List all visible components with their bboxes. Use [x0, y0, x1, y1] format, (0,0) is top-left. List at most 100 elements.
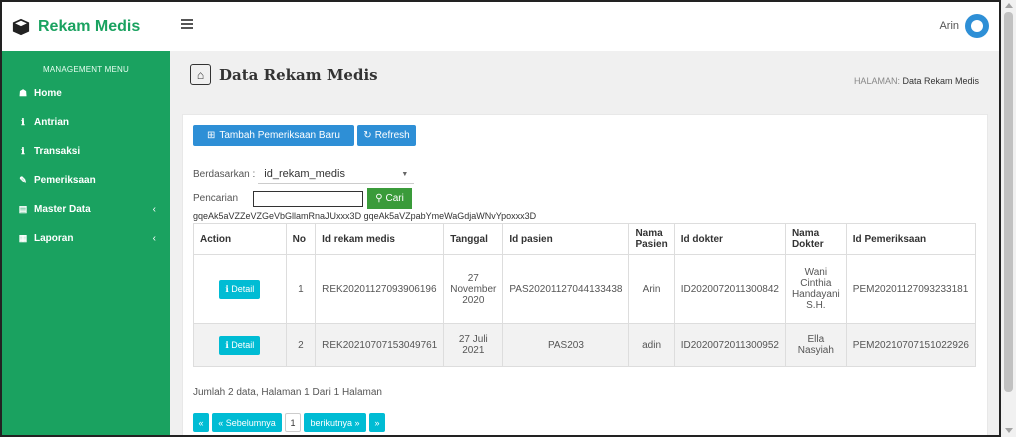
- brand-name: Rekam Medis: [38, 17, 141, 35]
- col-action: Action: [193, 223, 287, 255]
- cell-no: 2: [285, 323, 317, 367]
- plus-square-icon: ⊞: [206, 130, 216, 141]
- sidebar-item-antrian[interactable]: ℹ Antrian: [2, 108, 170, 137]
- page-scrollbar[interactable]: [1001, 0, 1016, 437]
- search-input[interactable]: [253, 190, 364, 207]
- cell-id-pemeriksaan: PEM20201127093233181: [845, 254, 977, 324]
- filter-by-value: id_rekam_medis: [264, 168, 345, 180]
- sidebar-item-master-data[interactable]: ▤ Master Data ‹: [2, 195, 170, 224]
- sidebar-item-label: Home: [34, 88, 62, 99]
- records-table: Action No Id rekam medis Tanggal Id pasi…: [193, 223, 977, 367]
- refresh-icon: ↻: [363, 130, 372, 141]
- search-row: Pencarian ⚲ Cari: [193, 188, 413, 209]
- page-title: Data Rekam Medis: [219, 65, 378, 84]
- filter-by-select[interactable]: id_rekam_medis ▼: [258, 165, 415, 184]
- cube-icon: [12, 18, 30, 35]
- cell-id-dokter: ID2020072011300842: [673, 254, 786, 324]
- cell-no: 1: [285, 254, 317, 324]
- first-page-button[interactable]: «: [193, 413, 209, 432]
- cell-id-pasien: PAS203: [502, 323, 630, 367]
- cell-tanggal: 27 November 2020: [443, 254, 504, 324]
- col-nama-pasien: Nama Pasien: [628, 223, 675, 255]
- page-header: ⌂ Data Rekam Medis: [190, 64, 378, 85]
- info-icon: ℹ: [21, 146, 25, 156]
- scrollbar-thumb[interactable]: [1004, 12, 1013, 392]
- main-content: ⌂ Data Rekam Medis HALAMAN: Data Rekam M…: [170, 51, 999, 435]
- avatar[interactable]: [965, 14, 989, 38]
- page-number-button[interactable]: 1: [285, 413, 301, 432]
- calendar-icon: ▦: [18, 233, 28, 243]
- refresh-button[interactable]: ↻ Refresh: [357, 125, 416, 146]
- sidebar-item-label: Antrian: [34, 117, 69, 128]
- table-header-row: Action No Id rekam medis Tanggal Id pasi…: [193, 223, 977, 255]
- cell-id-pemeriksaan: PEM20210707151022926: [845, 323, 977, 367]
- content-panel: ⊞ Tambah Pemeriksaan Baru ↻ Refresh Berd…: [182, 114, 988, 435]
- search-label: Pencarian: [193, 193, 239, 204]
- pagination: « « Sebelumnya 1 berikutnya » »: [193, 413, 388, 432]
- sidebar-item-home[interactable]: ☗ Home: [2, 79, 170, 108]
- breadcrumb-label: HALAMAN:: [853, 76, 900, 86]
- menu-toggle-icon[interactable]: [181, 19, 193, 29]
- cell-id-pasien: PAS20201127044133438: [502, 254, 630, 324]
- sidebar-item-transaksi[interactable]: ℹ Transaksi: [2, 137, 170, 166]
- scroll-down-icon[interactable]: [1005, 428, 1013, 433]
- filter-by-row: Berdasarkan : id_rekam_medis ▼: [193, 165, 415, 184]
- search-button[interactable]: ⚲ Cari: [367, 188, 413, 209]
- previous-page-button[interactable]: « Sebelumnya: [212, 413, 282, 432]
- app-frame: Rekam Medis Arin MANAGEMENT MENU ☗ Home …: [0, 0, 1001, 437]
- add-examination-button[interactable]: ⊞ Tambah Pemeriksaan Baru: [193, 125, 354, 146]
- chevron-down-icon: ▼: [401, 170, 409, 178]
- cell-tanggal: 27 Juli 2021: [443, 323, 504, 367]
- user-name: Arin: [939, 20, 959, 32]
- sidebar-header: MANAGEMENT MENU: [43, 65, 129, 74]
- cell-id-rekam-medis: REK20201127093906196: [315, 254, 445, 324]
- info-icon: ℹ: [21, 117, 25, 127]
- detail-button[interactable]: ℹ Detail: [219, 335, 261, 355]
- cell-nama-dokter: Ella Nasyiah: [784, 323, 847, 367]
- cell-nama-dokter: Wani Cinthia Handayani S.H.: [784, 254, 847, 324]
- detail-button[interactable]: ℹ Detail: [219, 279, 261, 299]
- col-tanggal: Tanggal: [443, 223, 504, 255]
- cell-action: ℹ Detail: [193, 254, 287, 324]
- table-row: ℹ Detail 1 REK20201127093906196 27 Novem…: [193, 254, 977, 324]
- table-summary: Jumlah 2 data, Halaman 1 Dari 1 Halaman: [193, 387, 382, 398]
- breadcrumb: HALAMAN: Data Rekam Medis: [854, 76, 979, 86]
- col-id-dokter: Id dokter: [673, 223, 786, 255]
- sidebar-item-pemeriksaan[interactable]: ✎ Pemeriksaan: [2, 166, 170, 195]
- cell-id-dokter: ID2020072011300952: [673, 323, 786, 367]
- sidebar-item-label: Master Data: [34, 204, 91, 215]
- cell-nama-pasien: Arin: [628, 254, 675, 324]
- next-page-button[interactable]: berikutnya »: [304, 413, 366, 432]
- detail-label: Detail: [231, 283, 255, 294]
- add-examination-label: Tambah Pemeriksaan Baru: [219, 130, 340, 141]
- cell-id-rekam-medis: REK20210707153049761: [315, 323, 445, 367]
- database-icon: ▤: [18, 204, 28, 214]
- chevron-left-icon: ‹: [152, 204, 156, 215]
- chevron-left-icon: ‹: [152, 233, 156, 244]
- last-page-button[interactable]: »: [369, 413, 385, 432]
- col-id-rekam-medis: Id rekam medis: [315, 223, 445, 255]
- sidebar: MANAGEMENT MENU ☗ Home ℹ Antrian ℹ Trans…: [2, 51, 170, 435]
- top-navbar: Arin: [170, 2, 999, 52]
- sidebar-item-label: Laporan: [34, 233, 74, 244]
- user-menu[interactable]: Arin: [939, 14, 989, 38]
- sidebar-item-label: Transaksi: [34, 146, 81, 157]
- breadcrumb-current[interactable]: Data Rekam Medis: [902, 76, 979, 86]
- col-id-pasien: Id pasien: [502, 223, 630, 255]
- search-icon: ⚲: [375, 193, 383, 204]
- edit-icon: ✎: [19, 175, 27, 185]
- detail-label: Detail: [231, 339, 255, 350]
- col-no: No: [285, 223, 317, 255]
- brand[interactable]: Rekam Medis: [2, 2, 170, 51]
- home-icon: ⌂: [190, 64, 211, 85]
- refresh-label: Refresh: [374, 130, 410, 141]
- home-icon: ☗: [18, 88, 28, 98]
- search-button-label: Cari: [385, 193, 404, 204]
- scroll-up-icon[interactable]: [1005, 3, 1013, 8]
- table-row: ℹ Detail 2 REK20210707153049761 27 Juli …: [193, 323, 977, 367]
- col-id-pemeriksaan: Id Pemeriksaan: [845, 223, 977, 255]
- sidebar-item-laporan[interactable]: ▦ Laporan ‹: [2, 224, 170, 253]
- sidebar-item-label: Pemeriksaan: [34, 175, 96, 186]
- cell-nama-pasien: adin: [628, 323, 675, 367]
- cell-action: ℹ Detail: [193, 323, 287, 367]
